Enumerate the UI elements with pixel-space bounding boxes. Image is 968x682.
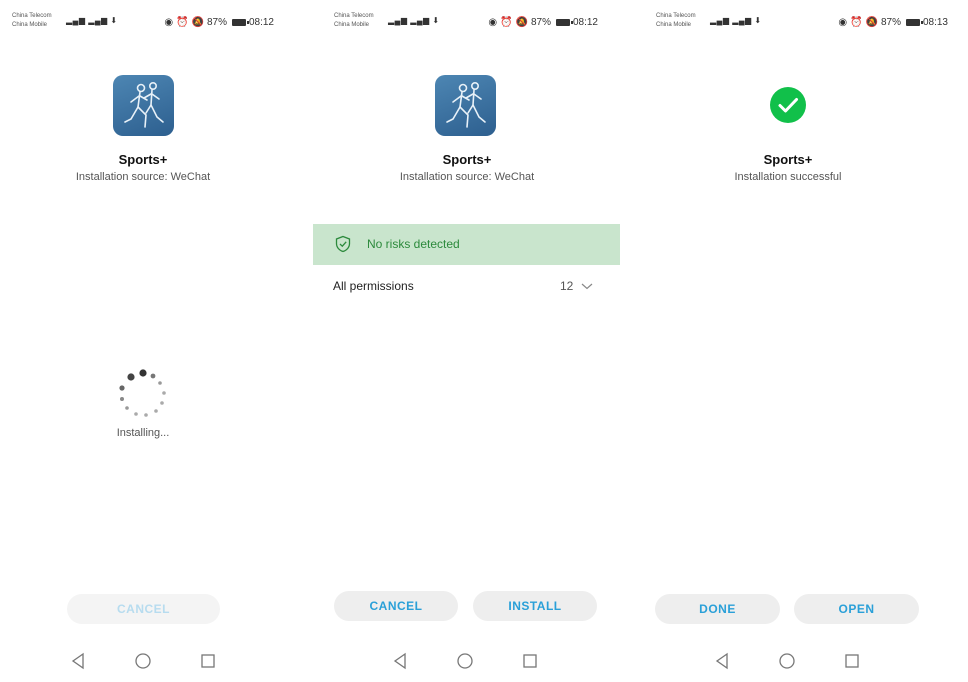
mute-icon: 🔕 xyxy=(515,17,528,28)
install-status: Installation successful xyxy=(734,171,842,183)
system-icons: ◉ ⏰ 🔕 87% 08:12 xyxy=(164,17,274,28)
eye-icon: ◉ xyxy=(164,17,174,28)
alarm-icon: ⏰ xyxy=(850,17,863,28)
app-icon xyxy=(113,75,174,136)
navigation-bar xyxy=(312,651,622,671)
mute-icon: 🔕 xyxy=(865,17,878,28)
permissions-label: All permissions xyxy=(333,279,414,293)
carrier-telecom: China Telecom xyxy=(656,13,696,19)
back-icon[interactable] xyxy=(68,651,88,671)
recents-icon[interactable] xyxy=(520,651,540,671)
signal-icons: ▂▄▆ ▂▄▆ ⬇ xyxy=(710,16,762,25)
clock: 08:12 xyxy=(572,17,598,28)
done-button[interactable]: DONE xyxy=(655,594,780,624)
navigation-bar xyxy=(646,651,956,671)
back-icon[interactable] xyxy=(712,651,732,671)
app-name: Sports+ xyxy=(442,152,492,167)
carrier-mobile: China Mobile xyxy=(334,22,370,28)
home-icon[interactable] xyxy=(777,651,797,671)
install-success-screen: China Telecom China Mobile ▂▄▆ ▂▄▆ ⬇ ◉ ⏰… xyxy=(646,0,956,682)
chevron-down-icon[interactable] xyxy=(580,279,594,293)
mute-icon: 🔕 xyxy=(191,17,204,28)
app-name: Sports+ xyxy=(763,152,813,167)
carrier-info: China Telecom China Mobile xyxy=(12,12,52,30)
carrier-info: China Telecom China Mobile xyxy=(656,12,696,30)
carrier-telecom: China Telecom xyxy=(334,13,374,19)
risk-banner: No risks detected xyxy=(313,224,620,265)
installing-label: Installing... xyxy=(116,427,170,439)
battery-percent: 87% xyxy=(206,17,227,28)
battery-icon xyxy=(231,19,249,26)
signal-icons: ▂▄▆ ▂▄▆ ⬇ xyxy=(66,16,118,25)
install-prompt-screen: China Telecom China Mobile ▂▄▆ ▂▄▆ ⬇ ◉ ⏰… xyxy=(312,0,622,682)
clock: 08:12 xyxy=(248,17,274,28)
battery-icon xyxy=(905,19,923,26)
shield-check-icon xyxy=(335,235,351,253)
install-source: Installation source: WeChat xyxy=(75,171,211,183)
eye-icon: ◉ xyxy=(488,17,498,28)
cancel-button[interactable]: CANCEL xyxy=(67,594,220,624)
carrier-mobile: China Mobile xyxy=(656,22,692,28)
app-icon xyxy=(435,75,496,136)
alarm-icon: ⏰ xyxy=(176,17,189,28)
success-badge xyxy=(770,87,806,123)
battery-percent: 87% xyxy=(530,17,551,28)
home-icon[interactable] xyxy=(133,651,153,671)
clock: 08:13 xyxy=(922,17,948,28)
download-icon: ⬇ xyxy=(754,16,762,25)
recents-icon[interactable] xyxy=(842,651,862,671)
recents-icon[interactable] xyxy=(198,651,218,671)
installing-screen: China Telecom China Mobile ▂▄▆ ▂▄▆ ⬇ ◉ ⏰… xyxy=(0,0,310,682)
open-button[interactable]: OPEN xyxy=(794,594,919,624)
status-bar: China Telecom China Mobile ▂▄▆ ▂▄▆ ⬇ ◉ ⏰… xyxy=(646,12,956,32)
status-bar: China Telecom China Mobile ▂▄▆ ▂▄▆ ⬇ ◉ ⏰… xyxy=(312,12,622,32)
app-name: Sports+ xyxy=(118,152,168,167)
install-source: Installation source: WeChat xyxy=(399,171,535,183)
system-icons: ◉ ⏰ 🔕 87% 08:12 xyxy=(488,17,598,28)
system-icons: ◉ ⏰ 🔕 87% 08:13 xyxy=(838,17,948,28)
cancel-button[interactable]: CANCEL xyxy=(334,591,458,621)
checkmark-icon xyxy=(778,98,798,113)
carrier-info: China Telecom China Mobile xyxy=(334,12,374,30)
battery-icon xyxy=(555,19,573,26)
download-icon: ⬇ xyxy=(432,16,440,25)
back-icon[interactable] xyxy=(390,651,410,671)
install-button[interactable]: INSTALL xyxy=(473,591,597,621)
alarm-icon: ⏰ xyxy=(500,17,513,28)
risk-status: No risks detected xyxy=(367,237,460,251)
status-bar: China Telecom China Mobile ▂▄▆ ▂▄▆ ⬇ ◉ ⏰… xyxy=(0,12,310,32)
carrier-telecom: China Telecom xyxy=(12,13,52,19)
permissions-count: 12 xyxy=(560,279,574,293)
download-icon: ⬇ xyxy=(110,16,118,25)
home-icon[interactable] xyxy=(455,651,475,671)
signal-icons: ▂▄▆ ▂▄▆ ⬇ xyxy=(388,16,440,25)
loading-spinner xyxy=(117,369,169,421)
navigation-bar xyxy=(0,651,310,671)
battery-percent: 87% xyxy=(880,17,901,28)
eye-icon: ◉ xyxy=(838,17,848,28)
carrier-mobile: China Mobile xyxy=(12,22,48,28)
